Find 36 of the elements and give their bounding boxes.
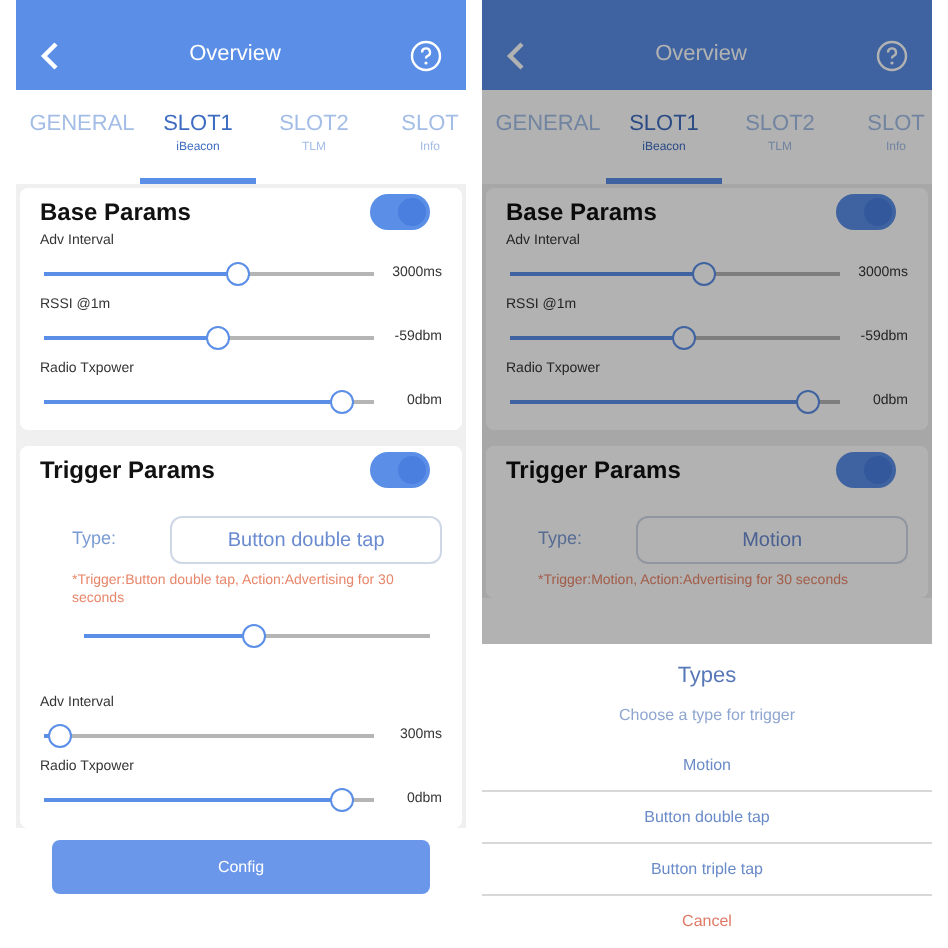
section-title: Base Params: [40, 196, 191, 230]
slider-thumb[interactable]: [206, 326, 231, 350]
section-title: Trigger Params: [506, 454, 681, 488]
type-selector[interactable]: Motion: [636, 516, 908, 564]
sheet-title: Types: [677, 661, 737, 691]
section-title: Trigger Params: [40, 454, 215, 488]
toggle-switch[interactable]: [370, 194, 430, 230]
back-icon[interactable]: [40, 41, 60, 69]
screen-title: Overview: [187, 40, 283, 71]
slider-thumb[interactable]: [329, 390, 353, 414]
slider-thumb[interactable]: [329, 788, 353, 812]
help-icon[interactable]: [410, 39, 442, 71]
type-label: Type:: [72, 526, 119, 553]
slider-thumb[interactable]: [795, 390, 819, 414]
toggle-switch[interactable]: [370, 452, 430, 488]
slider-thumb[interactable]: [692, 262, 717, 286]
sheet-option[interactable]: Button double tap: [482, 792, 932, 844]
help-icon[interactable]: [876, 39, 908, 71]
sheet-option[interactable]: Motion: [482, 740, 932, 792]
tab[interactable]: GENERAL: [490, 104, 606, 184]
cancel-button[interactable]: Cancel: [482, 896, 932, 948]
config-button[interactable]: Config: [52, 840, 430, 894]
sheet-option[interactable]: Button triple tap: [482, 844, 932, 896]
back-icon[interactable]: [506, 41, 526, 69]
slider-thumb[interactable]: [226, 262, 251, 286]
toggle-switch[interactable]: [836, 194, 896, 230]
toggle-switch[interactable]: [836, 452, 896, 488]
slider-thumb[interactable]: [241, 624, 266, 648]
sheet-subtitle: Choose a type for trigger: [618, 704, 796, 728]
section-title: Base Params: [506, 196, 657, 230]
slider-thumb[interactable]: [48, 724, 73, 748]
screen-title: Overview: [653, 40, 749, 71]
tab[interactable]: GENERAL: [24, 104, 140, 184]
slider-thumb[interactable]: [672, 326, 697, 350]
type-selector[interactable]: Button double tap: [170, 516, 442, 564]
type-label: Type:: [538, 526, 585, 553]
